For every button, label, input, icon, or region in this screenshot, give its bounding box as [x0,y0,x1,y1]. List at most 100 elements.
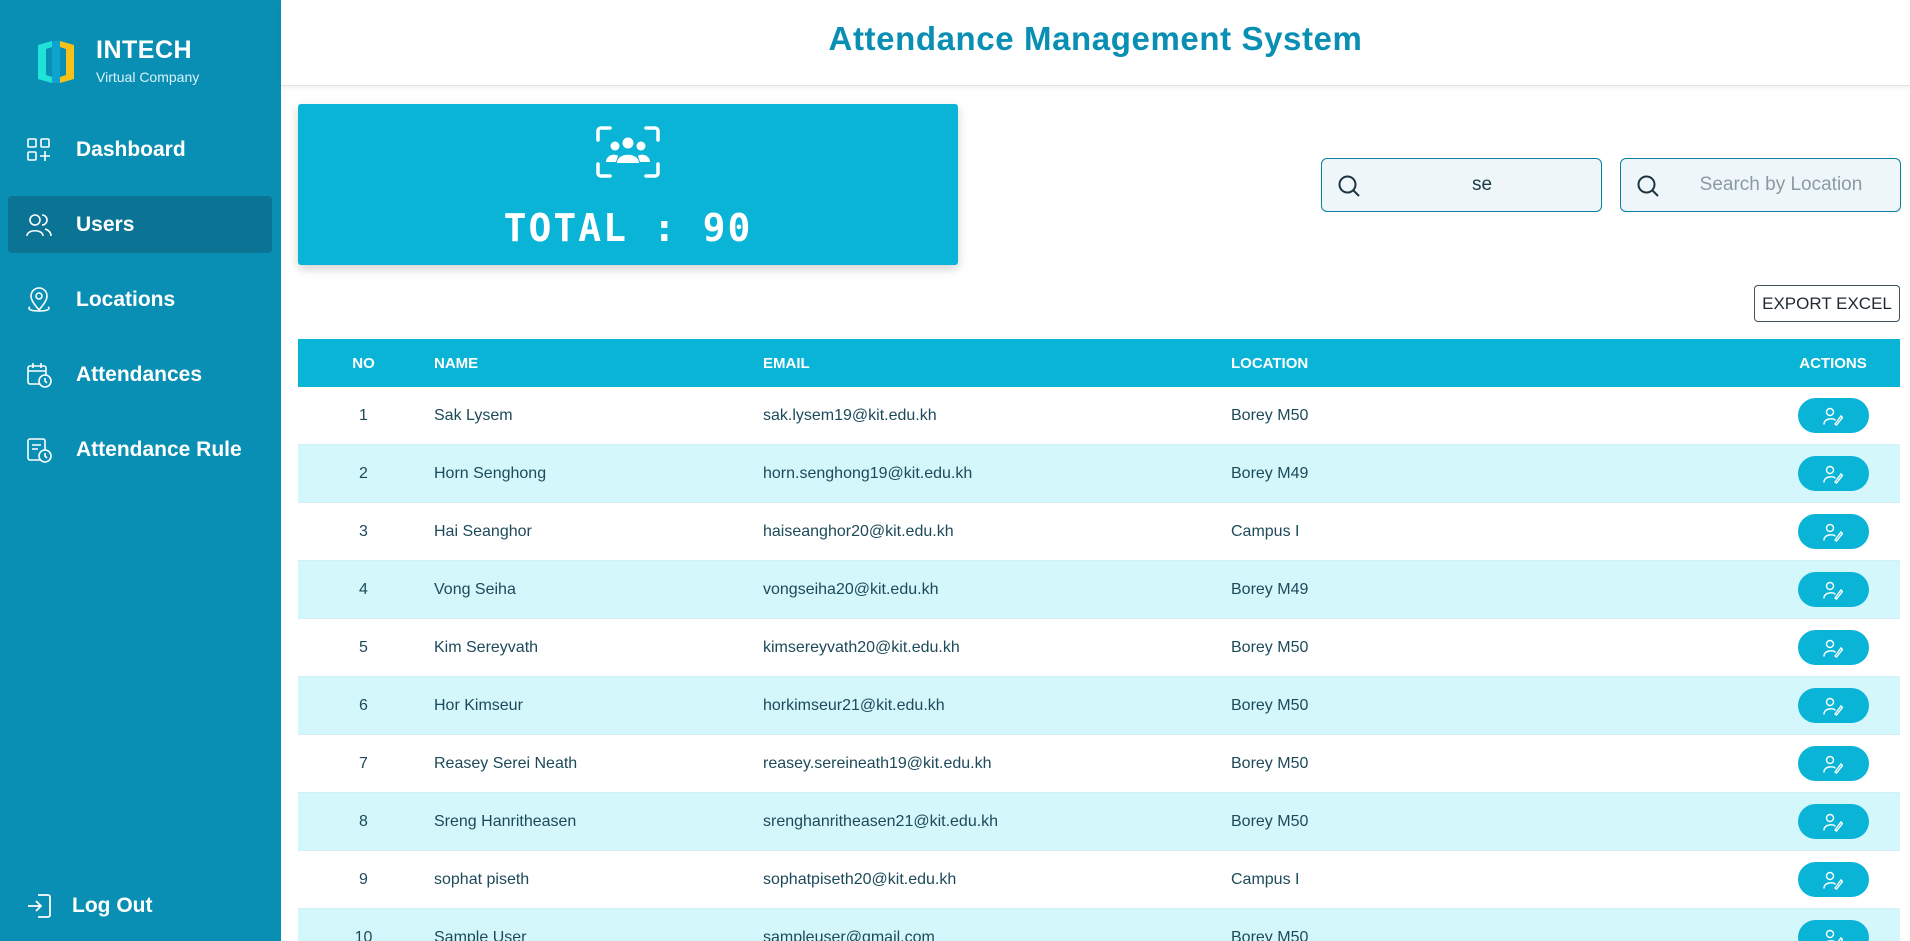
cell-name: Kim Sereyvath [434,638,539,656]
table-row: 5 Kim Sereyvath kimsereyvath20@kit.edu.kh B… [298,619,1900,677]
total-count: TOTAL : 90 [503,206,753,250]
cell-no: 9 [359,870,368,888]
cell-location: Borey M50 [1231,638,1309,656]
sidebar-item-label: Attendance Rule [76,437,242,461]
cell-name: sophat piseth [434,870,530,888]
sidebar-item-label: Users [76,212,135,236]
cell-actions [1766,862,1900,897]
cell-email: horn.senghong19@kit.edu.kh [763,464,973,482]
user-edit-icon [1825,929,1843,941]
export-excel-button[interactable]: EXPORT EXCEL [1754,285,1900,322]
table-row: 10 Sample User sampleuser@gmail.com Borey M… [298,909,1900,941]
user-edit-icon [1823,523,1843,542]
user-edit-icon [1823,639,1843,658]
rule-clock-icon [27,437,52,463]
edit-user-button[interactable] [1797,456,1869,491]
cell-actions [1766,514,1900,549]
table-header: NO NAME EMAIL LOCATION ACTIONS [298,339,1900,387]
brand[interactable]: INTECH Virtual Company [36,38,199,85]
sidebar-item-attendance-rule[interactable]: Attendance Rule [8,421,272,478]
cell-no: 3 [359,522,368,540]
cell-no: 7 [359,754,368,772]
cell-name: Hor Kimseur [434,696,523,714]
logout-label: Log Out [72,894,153,917]
cell-location: Borey M50 [1231,812,1309,830]
cell-actions [1766,688,1900,723]
page-title: Attendance Management System [828,20,1363,57]
cell-name: Vong Seiha [434,580,516,598]
edit-user-button[interactable] [1797,746,1869,781]
cell-location: Borey M49 [1231,464,1309,482]
cell-email: sampleuser@gmail.com [763,928,935,941]
user-edit-icon [1823,697,1843,716]
cell-location: Campus I [1231,522,1300,540]
cell-email: reasey.sereineath19@kit.edu.kh [763,754,992,772]
sidebar-item-label: Dashboard [76,137,186,161]
sidebar-item-label: Attendances [76,362,203,386]
user-edit-icon [1823,755,1843,774]
user-edit-icon [1823,871,1843,890]
sidebar-item-dashboard[interactable]: Dashboard [8,121,272,178]
edit-user-button[interactable] [1797,862,1869,897]
edit-user-button[interactable] [1797,398,1869,433]
brand-name: INTECH [96,36,193,64]
intech-logo-icon [38,40,74,83]
cell-location: Borey M50 [1231,928,1309,941]
column-header-location[interactable]: LOCATION [1231,355,1766,372]
edit-user-button[interactable] [1797,920,1869,941]
sidebar-item-label: Locations [76,287,176,311]
cell-location: Borey M49 [1231,580,1309,598]
cell-email: sophatpiseth20@kit.edu.kh [763,870,957,888]
search-location-field[interactable] [1620,158,1901,212]
table-body: 1 Sak Lysem sak.lysem19@kit.edu.kh Borey M5… [298,387,1900,941]
user-edit-icon [1823,407,1843,426]
table-row: 1 Sak Lysem sak.lysem19@kit.edu.kh Borey M5… [298,387,1900,445]
cell-email: vongseiha20@kit.edu.kh [763,580,939,598]
sidebar: INTECH Virtual Company Dashboard Users L… [0,0,281,941]
column-header-name[interactable]: NAME [429,355,763,372]
cell-name: Sreng Hanritheasen [434,812,577,830]
column-header-email[interactable]: EMAIL [763,355,1231,372]
search-name-input[interactable] [1374,167,1590,203]
cell-no: 4 [359,580,368,598]
edit-user-button[interactable] [1797,804,1869,839]
cell-no: 10 [354,928,373,941]
edit-user-button[interactable] [1797,688,1869,723]
sidebar-item-attendances[interactable]: Attendances [8,346,272,403]
sidebar-item-users[interactable]: Users [8,196,272,253]
edit-user-button[interactable] [1797,572,1869,607]
column-header-no[interactable]: NO [298,355,429,372]
cell-location: Campus I [1231,870,1300,888]
users-table: NO NAME EMAIL LOCATION ACTIONS 1 Sak Lyse… [298,339,1900,941]
location-pin-icon [28,286,50,312]
table-row: 3 Hai Seanghor haiseanghor20@kit.edu.kh Cam… [298,503,1900,561]
search-location-input[interactable] [1673,167,1889,203]
edit-user-button[interactable] [1797,630,1869,665]
cell-no: 5 [359,638,368,656]
top-header: Attendance Management System [281,0,1910,86]
cell-no: 1 [359,406,368,424]
cell-email: srenghanritheasen21@kit.edu.kh [763,812,999,830]
cell-email: horkimseur21@kit.edu.kh [763,696,945,714]
cell-location: Borey M50 [1231,406,1309,424]
sidebar-item-locations[interactable]: Locations [8,271,272,328]
cell-actions [1766,630,1900,665]
column-header-actions: ACTIONS [1799,354,1867,372]
search-name-field[interactable] [1321,158,1602,212]
table-row: 2 Horn Senghong horn.senghong19@kit.edu.kh… [298,445,1900,503]
brand-subtitle: Virtual Company [96,69,200,85]
users-icon [26,213,52,236]
cell-actions [1766,398,1900,433]
face-scan-group-icon [596,126,660,178]
cell-actions [1766,572,1900,607]
logout-button[interactable]: Log Out [26,893,152,919]
user-edit-icon [1823,465,1843,484]
cell-no: 2 [359,464,368,482]
table-row: 8 Sreng Hanritheasen srenghanritheasen21@k… [298,793,1900,851]
calendar-clock-icon [27,362,52,388]
edit-user-button[interactable] [1797,514,1869,549]
logout-icon [28,894,51,918]
user-edit-icon [1823,581,1843,600]
cell-location: Borey M50 [1231,754,1309,772]
table-row: 9 sophat piseth sophatpiseth20@kit.edu.kh C… [298,851,1900,909]
